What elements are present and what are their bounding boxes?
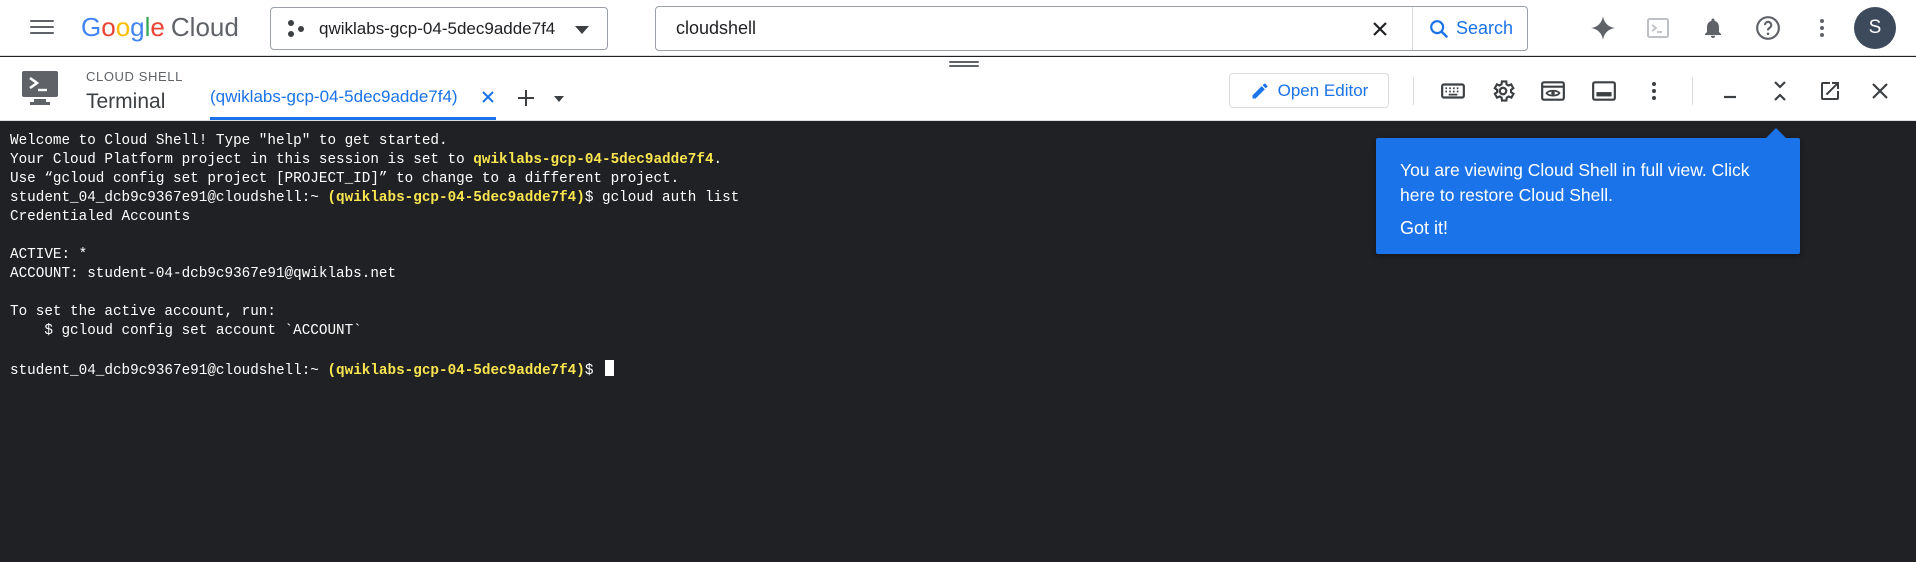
terminal-cursor bbox=[605, 360, 615, 376]
tab-menu-dropdown-icon[interactable] bbox=[554, 96, 564, 102]
project-icon bbox=[287, 19, 307, 39]
logo-letter: e bbox=[150, 12, 165, 42]
logo-letter: o bbox=[115, 12, 131, 42]
search-bar: Search bbox=[655, 6, 1528, 51]
open-editor-label: Open Editor bbox=[1277, 80, 1369, 100]
close-shell-icon[interactable] bbox=[1866, 77, 1894, 105]
pencil-icon bbox=[1252, 82, 1268, 98]
terminal-text: Credentialed Accounts bbox=[10, 209, 191, 225]
project-picker[interactable]: qwiklabs-gcp-04-5dec9adde7f4 bbox=[270, 7, 608, 50]
search-input[interactable] bbox=[676, 18, 1356, 39]
restore-panel-icon[interactable] bbox=[1766, 77, 1794, 105]
keyboard-icon[interactable] bbox=[1439, 77, 1467, 105]
settings-gear-icon[interactable] bbox=[1489, 77, 1517, 105]
layout-panel-icon[interactable] bbox=[1590, 77, 1618, 105]
terminal-text: ACTIVE: * bbox=[10, 247, 88, 263]
gemini-sparkle-icon[interactable] bbox=[1589, 14, 1617, 42]
terminal-text: $ gcloud config set account `ACCOUNT` bbox=[10, 323, 362, 339]
search-button-label: Search bbox=[1455, 18, 1514, 38]
terminal-text: $ gcloud auth list bbox=[584, 190, 740, 206]
terminal-text: ACCOUNT: student-04-dcb9c9367e91@qwiklab… bbox=[10, 266, 397, 282]
search-button[interactable]: Search bbox=[1412, 7, 1528, 50]
terminal-title: Terminal bbox=[86, 90, 166, 113]
full-view-tooltip[interactable]: You are viewing Cloud Shell in full view… bbox=[1376, 128, 1800, 254]
minimize-icon[interactable] bbox=[1716, 77, 1744, 105]
terminal-text: student_04_dcb9c9367e91@cloudshell:~ bbox=[10, 363, 328, 379]
logo-letter: G bbox=[81, 12, 102, 42]
logo-letter: g bbox=[130, 12, 145, 42]
more-options-icon[interactable] bbox=[1808, 14, 1836, 42]
clear-search-icon[interactable] bbox=[1368, 17, 1392, 41]
tooltip-message: You are viewing Cloud Shell in full view… bbox=[1400, 160, 1750, 205]
panel-resize-handle[interactable] bbox=[949, 61, 979, 67]
terminal-project-id: qwiklabs-gcp-04-5dec9adde7f4 bbox=[473, 152, 714, 168]
search-icon bbox=[1430, 19, 1449, 38]
help-icon[interactable] bbox=[1754, 14, 1782, 42]
open-editor-button[interactable]: Open Editor bbox=[1229, 73, 1389, 108]
dropdown-caret-icon bbox=[575, 26, 589, 34]
open-in-new-window-icon[interactable] bbox=[1816, 77, 1844, 105]
logo-letter: o bbox=[101, 12, 116, 42]
terminal-text: student_04_dcb9c9367e91@cloudshell:~ bbox=[10, 190, 328, 206]
terminal-text: Your Cloud Platform project in this sess… bbox=[10, 152, 474, 168]
terminal-line: ACCOUNT: student-04-dcb9c9367e91@qwiklab… bbox=[10, 265, 1916, 284]
close-tab-icon[interactable] bbox=[478, 87, 498, 107]
cloud-shell-logo-icon bbox=[20, 69, 60, 107]
terminal-line: To set the active account, run: bbox=[10, 303, 1916, 322]
project-picker-label: qwiklabs-gcp-04-5dec9adde7f4 bbox=[319, 18, 556, 38]
terminal-tab-label: (qwiklabs-gcp-04-5dec9adde7f4) bbox=[210, 87, 458, 106]
terminal-text: $ bbox=[584, 363, 603, 379]
terminal-text: Use “gcloud config set project [PROJECT_… bbox=[10, 171, 680, 187]
terminal-project-id: (qwiklabs-gcp-04-5dec9adde7f4) bbox=[327, 190, 585, 206]
got-it-button[interactable]: Got it! bbox=[1400, 218, 1448, 239]
toolbar-divider bbox=[1692, 77, 1693, 105]
notifications-icon[interactable] bbox=[1699, 14, 1727, 42]
more-options-icon[interactable] bbox=[1640, 77, 1668, 105]
toolbar-divider bbox=[1413, 77, 1414, 105]
terminal-text: . bbox=[713, 152, 723, 168]
terminal-text: Welcome to Cloud Shell! Type "help" to g… bbox=[10, 133, 448, 149]
terminal-line: student_04_dcb9c9367e91@cloudshell:~ (qw… bbox=[10, 360, 1916, 379]
terminal-line: $ gcloud config set account `ACCOUNT` bbox=[10, 322, 1916, 341]
account-avatar[interactable]: S bbox=[1854, 7, 1896, 49]
top-app-bar: Google Cloud qwiklabs-gcp-04-5dec9adde7f4… bbox=[0, 0, 1916, 56]
google-cloud-logo[interactable]: Google Cloud bbox=[81, 11, 239, 43]
add-tab-icon[interactable] bbox=[515, 87, 537, 109]
terminal-text: To set the active account, run: bbox=[10, 304, 276, 320]
active-tab-indicator bbox=[210, 117, 496, 120]
terminal-project-id: (qwiklabs-gcp-04-5dec9adde7f4) bbox=[327, 363, 585, 379]
main-menu-icon[interactable] bbox=[26, 16, 58, 40]
cloud-shell-section-label: CLOUD SHELL bbox=[86, 69, 183, 84]
logo-product-name: Cloud bbox=[170, 12, 239, 42]
web-preview-icon[interactable] bbox=[1539, 77, 1567, 105]
cloud-shell-icon[interactable] bbox=[1644, 14, 1672, 42]
